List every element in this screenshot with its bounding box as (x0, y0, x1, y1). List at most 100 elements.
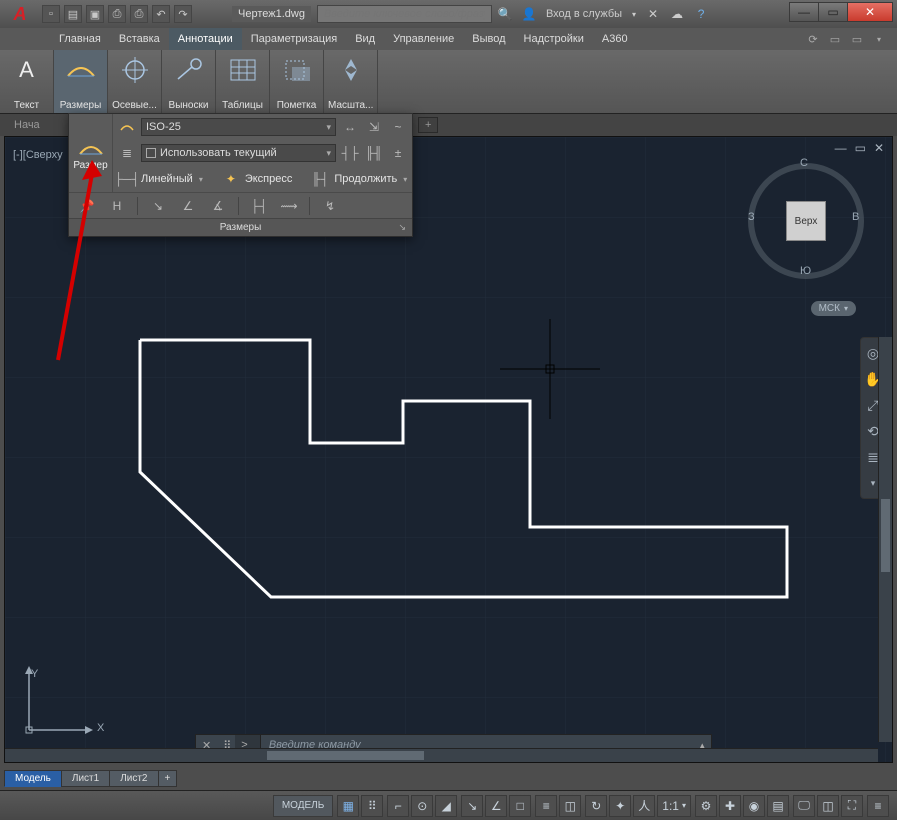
sb-hardware-icon[interactable]: 🖵 (793, 795, 815, 817)
panel-launcher-icon[interactable]: ↘ (398, 222, 406, 233)
dim-tool1-icon[interactable]: ↔ (340, 117, 360, 137)
layer-stack-icon[interactable]: ≣ (117, 143, 137, 163)
dim-quick-label[interactable]: Экспресс (245, 173, 293, 185)
tab-parametric[interactable]: Параметризация (242, 28, 346, 50)
tab-annotate[interactable]: Аннотации (169, 28, 242, 50)
signin-link[interactable]: Вход в службы (546, 8, 622, 20)
dim-continue-dropdown[interactable]: ▾ (403, 175, 407, 184)
sb-cycling-icon[interactable]: ↻ (585, 795, 607, 817)
qat-redo-icon[interactable]: ↷ (174, 5, 192, 23)
viewcube-east[interactable]: В (852, 211, 859, 223)
dim-tool3-icon[interactable]: ~ (388, 117, 408, 137)
viewcube-north[interactable]: С (800, 157, 808, 169)
dim-update-icon[interactable]: ├┤ (249, 196, 269, 216)
qat-open-icon[interactable]: ▤ (64, 5, 82, 23)
pin-icon[interactable]: 📌 (77, 196, 97, 216)
qat-print-icon[interactable]: ⎙ (130, 5, 148, 23)
sb-polar-icon[interactable]: ⊙ (411, 795, 433, 817)
tab-manage[interactable]: Управление (384, 28, 463, 50)
qat-save-icon[interactable]: ▣ (86, 5, 104, 23)
ribbon-min2-icon[interactable]: ▭ (849, 31, 865, 47)
tab-layout2[interactable]: Лист2 (109, 770, 158, 787)
sb-grid-icon[interactable]: ▦ (337, 795, 359, 817)
viewcube-south[interactable]: Ю (800, 265, 811, 277)
tab-model[interactable]: Модель (4, 770, 62, 787)
dim-linear-icon[interactable]: ├─┤ (117, 169, 137, 189)
maximize-button[interactable]: ▭ (818, 2, 848, 22)
dim-reassoc-icon[interactable]: ⟿ (279, 196, 299, 216)
sb-qprops-icon[interactable]: ▤ (767, 795, 789, 817)
sb-lineweight-icon[interactable]: ≡ (535, 795, 557, 817)
ucs-badge[interactable]: МСК▾ (811, 301, 856, 316)
tab-view[interactable]: Вид (346, 28, 384, 50)
qat-saveas-icon[interactable]: ⎙ (108, 5, 126, 23)
sb-osnap2d-icon[interactable]: □ (509, 795, 531, 817)
sb-annoscale-icon[interactable]: ✦ (609, 795, 631, 817)
sb-model-button[interactable]: МОДЕЛЬ (273, 795, 333, 817)
ribbon-panel-dimensions[interactable]: Размеры (54, 50, 108, 113)
dim-layer-select[interactable]: Использовать текущий▾ (141, 144, 336, 162)
ribbon-panel-leaders[interactable]: Выноски (162, 50, 216, 113)
sb-annoviz-icon[interactable]: 人 (633, 795, 655, 817)
search-input[interactable] (317, 5, 492, 23)
add-filetab-button[interactable]: + (418, 117, 438, 133)
exchange-icon[interactable]: ✕ (646, 7, 660, 21)
close-button[interactable]: ✕ (847, 2, 893, 22)
dim-tool2-icon[interactable]: ⇲ (364, 117, 384, 137)
tab-home[interactable]: Главная (50, 28, 110, 50)
app-logo[interactable]: A (6, 3, 34, 25)
tab-addins[interactable]: Надстройки (515, 28, 593, 50)
user-icon[interactable]: 👤 (522, 7, 536, 21)
sb-osnap-icon[interactable]: ↘ (461, 795, 483, 817)
dimension-tool-icon[interactable] (77, 137, 105, 159)
sb-isolate-icon[interactable]: ◫ (817, 795, 839, 817)
sb-workspace-icon[interactable]: ⚙ (695, 795, 717, 817)
infocenter-icon[interactable]: 🔍 (498, 7, 512, 21)
ribbon-panel-centerlines[interactable]: Осевые... (108, 50, 162, 113)
ribbon-min1-icon[interactable]: ▭ (827, 31, 843, 47)
dim-tolerance-icon[interactable]: ± (388, 143, 408, 163)
sb-otrack-icon[interactable]: ∠ (485, 795, 507, 817)
sb-units-icon[interactable]: ◉ (743, 795, 765, 817)
sb-scale-button[interactable]: 1:1▾ (657, 795, 691, 817)
start-tab-label[interactable]: Нача (14, 119, 40, 131)
tab-a360[interactable]: A360 (593, 28, 637, 50)
qat-new-icon[interactable]: ▫ (42, 5, 60, 23)
ribbon-dropdown-icon[interactable]: ▾ (871, 31, 887, 47)
viewcube-west[interactable]: З (748, 211, 755, 223)
dimstyle-select[interactable]: ISO-25▾ (141, 118, 336, 136)
ribbon-panel-markup[interactable]: Пометка (270, 50, 324, 113)
dim-continue-icon[interactable]: ╟┤ (310, 169, 330, 189)
viewcube[interactable]: Верх С Ю В З (746, 161, 866, 281)
dim-break-icon[interactable]: ┤├ (340, 143, 360, 163)
scrollbar-vertical[interactable] (878, 337, 892, 742)
sb-ortho-icon[interactable]: ⌐ (387, 795, 409, 817)
dim-align-icon[interactable]: ↘ (148, 196, 168, 216)
help-icon[interactable]: ? (694, 7, 708, 21)
tab-layout1[interactable]: Лист1 (61, 770, 110, 787)
dim-continue-label[interactable]: Продолжить (334, 173, 397, 185)
sb-customize-icon[interactable]: ≡ (867, 795, 889, 817)
dim-angle1-icon[interactable]: ∠ (178, 196, 198, 216)
sb-clean-icon[interactable]: ⛶ (841, 795, 863, 817)
viewcube-face-top[interactable]: Верх (786, 201, 826, 241)
ribbon-cycle-icon[interactable]: ⟳ (805, 31, 821, 47)
minimize-button[interactable]: — (789, 2, 819, 22)
sb-transparency-icon[interactable]: ◫ (559, 795, 581, 817)
tab-add-layout[interactable]: + (158, 770, 178, 787)
dim-linear-label[interactable]: Линейный (141, 173, 193, 185)
dim-override-icon[interactable]: ↯ (320, 196, 340, 216)
sb-snap-icon[interactable]: ⠿ (361, 795, 383, 817)
scrollbar-horizontal[interactable] (5, 748, 878, 762)
ribbon-panel-tables[interactable]: Таблицы (216, 50, 270, 113)
cloud-icon[interactable]: ☁ (670, 7, 684, 21)
tab-output[interactable]: Вывод (463, 28, 514, 50)
dim-linear-dropdown[interactable]: ▾ (199, 175, 203, 184)
tab-insert[interactable]: Вставка (110, 28, 169, 50)
dim-quick-icon[interactable]: ✦ (221, 169, 241, 189)
sb-annomon-icon[interactable]: ✚ (719, 795, 741, 817)
dimstyle-icon[interactable] (117, 117, 137, 137)
ribbon-panel-text[interactable]: A Текст (0, 50, 54, 113)
dim-space-icon[interactable]: ╟╢ (364, 143, 384, 163)
dim-angle2-icon[interactable]: ∡ (208, 196, 228, 216)
